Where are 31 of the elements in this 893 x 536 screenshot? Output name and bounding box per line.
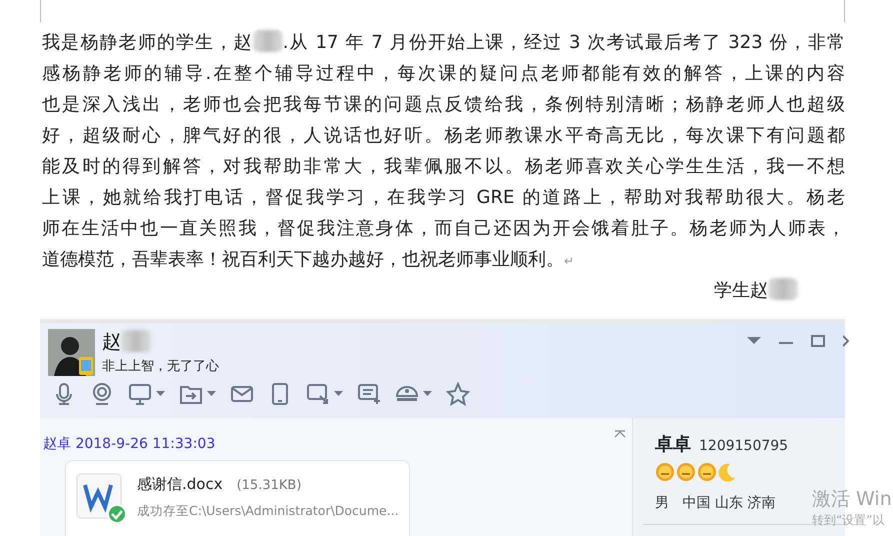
file-status: 成功存至C:\Users\Administrator\Docume... xyxy=(137,503,399,520)
signature-text: 学生赵 xyxy=(714,277,798,305)
menu-caret-icon[interactable] xyxy=(747,335,761,347)
screenshot-button[interactable] xyxy=(306,382,343,406)
contact-nickname: 卓卓 xyxy=(655,433,691,456)
contact-number: 1209150795 xyxy=(699,438,788,454)
avatar-icon xyxy=(48,329,95,376)
contact-signature: 非上上智，无了了心 xyxy=(102,358,219,375)
contact-info: 男 中国 山东 济南 xyxy=(655,494,776,512)
file-name: 感谢信.docx xyxy=(137,475,223,494)
webcam-icon xyxy=(90,382,114,406)
webcam-button[interactable] xyxy=(90,382,114,406)
activation-title: 激活 Win xyxy=(812,487,892,512)
chat-note-button[interactable] xyxy=(357,382,381,406)
activation-hint: 转到“设置”以 xyxy=(812,512,886,529)
chat-note-icon xyxy=(357,382,381,406)
file-size: (15.31KB) xyxy=(236,478,302,493)
caret-icon xyxy=(423,391,432,397)
star-button[interactable] xyxy=(446,382,470,406)
letter-paragraph: 我是杨静老师的学生，赵 .从 17 年 7 月份开始上课，经过 3 次考试最后考了 323 份，非常 感杨静老师的辅导.在整个辅导过程中，每次课的疑问点老师都能有效的解答，上课的内容 也是深入浅出，老师也会把我每节课的问题点反馈给我，条例特别清晰；杨静老师人也超级 好，超级耐心，脾气好的很，人说话也好听。杨老师教课水平奇高无比，每次课下有问题都 能及时的得到解答，对我帮助非常大，我辈佩服不以。杨老师喜欢关心学生生活，我一不想 上课，她就给我打电话，督促我学习，在我学习 GRE 的道路上，帮助对我帮助很大。杨老 师在生活中也一直关照我，督促我注意身体，而自己还因为开会饿着肚子。杨老师为人师表， 道德模范，吾辈表率！祝百利天下越办越好，也祝老师事业顺利。↵ xyxy=(42,29,845,272)
monitor-button[interactable] xyxy=(128,382,165,406)
close-icon[interactable] xyxy=(843,335,849,347)
star-icon xyxy=(446,382,470,406)
maximize-icon[interactable] xyxy=(811,335,825,347)
message-sender: 赵卓 2018-9-26 11:33:03 xyxy=(43,435,216,454)
monitor-icon xyxy=(128,382,152,406)
screenshot-icon xyxy=(306,382,330,406)
contact-name: 赵 xyxy=(102,329,219,355)
caret-icon xyxy=(156,391,165,397)
caret-icon xyxy=(207,391,216,397)
caret-icon xyxy=(334,391,343,397)
